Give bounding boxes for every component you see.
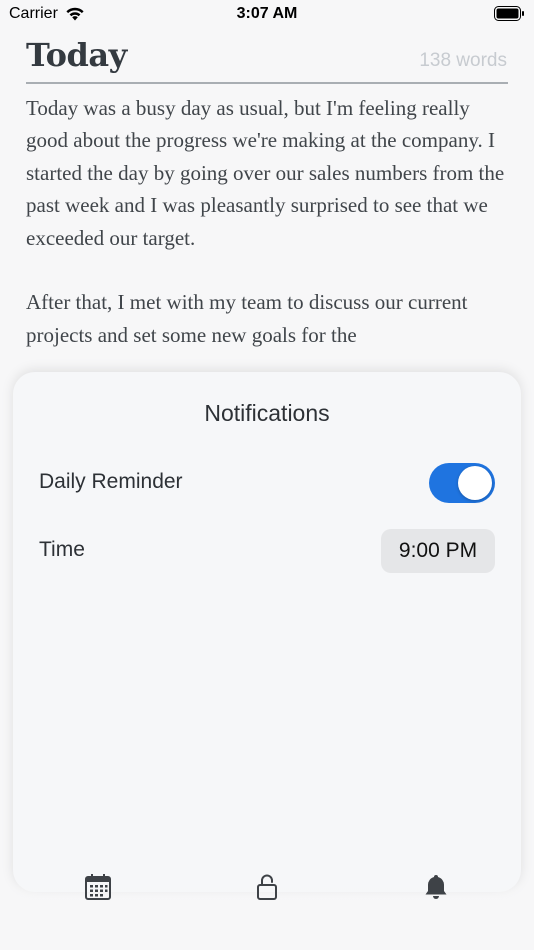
daily-reminder-toggle[interactable]	[429, 463, 495, 503]
entry-title[interactable]: Today	[26, 36, 127, 74]
calendar-icon[interactable]	[83, 872, 113, 902]
time-label: Time	[39, 538, 85, 561]
sheet-title: Notifications	[204, 400, 330, 426]
tab-bar	[0, 862, 534, 914]
status-bar: Carrier 3:07 AM	[0, 0, 534, 28]
notifications-sheet: Notifications Daily Reminder Time 9:00 P…	[13, 372, 521, 892]
entry-paragraph: Today was a busy day as usual, but I'm f…	[26, 96, 505, 250]
entry-paragraph: After that, I met with my team to discus…	[26, 290, 468, 347]
battery-icon	[494, 6, 524, 21]
entry-body[interactable]: Today was a busy day as usual, but I'm f…	[26, 92, 508, 372]
word-count: 138 words	[419, 50, 507, 71]
status-time: 3:07 AM	[236, 5, 298, 22]
bell-icon[interactable]	[421, 872, 451, 902]
daily-reminder-label: Daily Reminder	[39, 470, 183, 493]
title-divider	[26, 82, 508, 84]
unlock-icon[interactable]	[252, 872, 282, 902]
time-picker-button[interactable]: 9:00 PM	[381, 529, 495, 573]
toggle-knob	[458, 466, 492, 500]
